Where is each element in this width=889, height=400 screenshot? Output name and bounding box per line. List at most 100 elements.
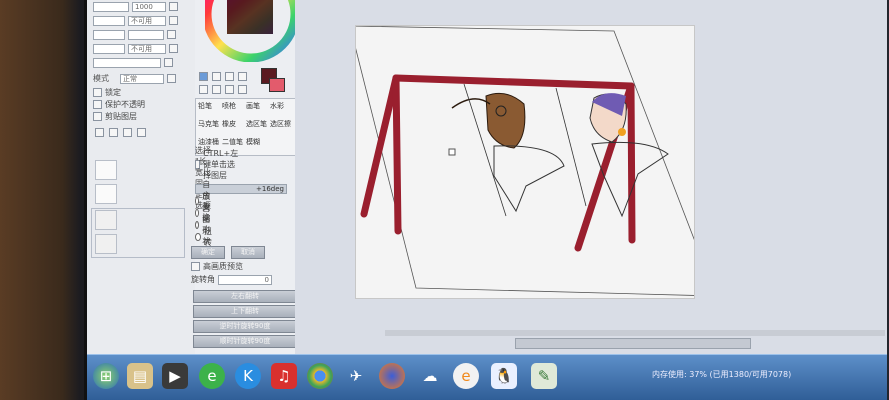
radio-twist-label: 扭转: [203, 226, 212, 247]
radio-free-shape-dot[interactable]: [195, 220, 200, 229]
option-button-4[interactable]: [164, 58, 173, 67]
flip-horizontal-button[interactable]: 左右翻转: [193, 290, 297, 303]
color-wheel[interactable]: [205, 0, 297, 62]
rotate-ccw-button[interactable]: 逆时针旋转90度: [193, 320, 297, 333]
blend-mode-button[interactable]: [167, 74, 176, 83]
option-row-4: [93, 57, 173, 68]
tool-binary-pen[interactable]: 二值笔: [222, 137, 243, 147]
character-left: [451, 92, 565, 213]
horizontal-scrollbar[interactable]: [515, 338, 751, 349]
layer-thumbnail-1[interactable]: [95, 160, 117, 180]
explorer-icon[interactable]: ▤: [127, 363, 153, 389]
start-orb-icon[interactable]: ⊞: [93, 363, 119, 389]
option-dropdown-2[interactable]: 不可用: [128, 43, 166, 54]
option-row-2: [93, 29, 176, 40]
lock-label-2: 保护不透明: [105, 100, 145, 109]
select-rect-icon[interactable]: [199, 72, 208, 81]
tool-marker[interactable]: 马克笔: [198, 119, 219, 129]
opacity-slider[interactable]: [93, 57, 161, 68]
selected-layer-frame: [91, 208, 185, 258]
merge-layer-icon[interactable]: [123, 128, 132, 137]
tool-blur[interactable]: 模糊: [246, 137, 260, 147]
option-dropdown-1[interactable]: 不可用: [128, 15, 166, 26]
lock-row-1: 锁定: [93, 88, 121, 97]
netease-music-icon[interactable]: ♫: [271, 363, 297, 389]
selection-tools-row: [199, 72, 247, 81]
firefox-icon[interactable]: [379, 363, 405, 389]
tool-eraser[interactable]: 橡皮: [222, 119, 236, 129]
tool-airbrush[interactable]: 喷枪: [222, 101, 236, 111]
layer-buttons-row: [95, 128, 146, 137]
layer-list: [87, 150, 187, 350]
swing-top-bar: [392, 74, 635, 90]
lock-label-3: 剪贴图层: [105, 112, 137, 121]
memory-status: 内存使用: 37% (已用1380/可用7078): [652, 370, 792, 379]
network-icon[interactable]: ☁: [417, 363, 443, 389]
lasso-icon[interactable]: [212, 72, 221, 81]
lock-checkbox-3[interactable]: [93, 112, 102, 121]
360-icon[interactable]: e: [199, 363, 225, 389]
cancel-button[interactable]: 取消: [231, 246, 265, 259]
lock-row-3: 剪贴图层: [93, 112, 137, 121]
brush-size-dropdown[interactable]: 1000: [132, 1, 166, 12]
eyedropper-icon[interactable]: [238, 72, 247, 81]
radio-twist-dot[interactable]: [195, 232, 201, 241]
radio-scale-dot[interactable]: [195, 208, 200, 217]
qq-icon[interactable]: 🐧: [491, 363, 517, 389]
lock-row-2: 保护不透明: [93, 100, 145, 109]
new-folder-icon[interactable]: [109, 128, 118, 137]
sai-icon[interactable]: ✎: [531, 363, 557, 389]
hq-preview-checkbox[interactable]: [191, 262, 200, 271]
offset-label: 旋转角: [191, 275, 215, 284]
canvas-area[interactable]: [295, 0, 887, 354]
flip-vertical-button[interactable]: 上下翻转: [193, 305, 297, 318]
rotate-icon[interactable]: [225, 85, 234, 94]
brush-close-icon[interactable]: [169, 2, 178, 11]
radio-twist[interactable]: 扭转: [195, 227, 214, 247]
tool-select-eraser[interactable]: 选区擦: [270, 119, 291, 129]
tool-pencil[interactable]: 铅笔: [198, 101, 212, 111]
layer-thumbnail-2[interactable]: [95, 184, 117, 204]
new-layer-icon[interactable]: [95, 128, 104, 137]
bird-app-icon[interactable]: ✈: [343, 363, 369, 389]
option-button-3[interactable]: [169, 44, 178, 53]
delete-layer-icon[interactable]: [137, 128, 146, 137]
option-field-3[interactable]: [128, 29, 164, 40]
brush-size-field[interactable]: [93, 1, 129, 12]
ie-icon[interactable]: e: [453, 363, 479, 389]
lock-checkbox-1[interactable]: [93, 88, 102, 97]
radio-free-transform-dot[interactable]: [195, 196, 200, 205]
chrome-icon[interactable]: [307, 363, 333, 389]
hand-icon[interactable]: [238, 85, 247, 94]
option-field-1[interactable]: [93, 15, 125, 26]
magic-wand-icon[interactable]: [225, 72, 234, 81]
tool-watercolor[interactable]: 水彩: [270, 101, 284, 111]
drawing-canvas[interactable]: [349, 25, 717, 299]
media-icon[interactable]: ▶: [162, 363, 188, 389]
lock-label-1: 锁定: [105, 88, 121, 97]
secondary-color-swatch[interactable]: [269, 78, 285, 92]
monitor-screen: 1000 不可用 不可用 模式 正常 锁定 保护不透明 剪贴图层 铅笔 喷枪 画…: [84, 0, 887, 400]
rope-right: [555, 87, 587, 207]
tool-select-pen[interactable]: 选区笔: [246, 119, 267, 129]
transform-handle[interactable]: [448, 148, 456, 156]
swing-left-leg-2: [392, 74, 402, 235]
tool-options-panel: 铅笔 喷枪 画笔 水彩 马克笔 橡皮 选区笔 选区擦 油漆桶 二值笔 模糊 CT…: [191, 0, 301, 354]
swing-right-leg-2: [627, 82, 636, 244]
offset-field[interactable]: 0: [218, 274, 272, 285]
blend-mode-select[interactable]: 正常: [120, 73, 164, 84]
lock-checkbox-2[interactable]: [93, 100, 102, 109]
option-field-4[interactable]: [93, 43, 125, 54]
hq-preview-label: 高画质预览: [203, 262, 243, 271]
ok-button[interactable]: 确定: [191, 246, 225, 259]
option-button-1[interactable]: [169, 16, 178, 25]
view-tools-row: [199, 85, 247, 94]
rotate-cw-button[interactable]: 顺时针旋转90度: [193, 335, 297, 348]
tool-brush[interactable]: 画笔: [246, 101, 260, 111]
option-field-2[interactable]: [93, 29, 125, 40]
option-row-3: 不可用: [93, 43, 178, 54]
option-button-2[interactable]: [167, 30, 176, 39]
move-icon[interactable]: [199, 85, 208, 94]
zoom-icon[interactable]: [212, 85, 221, 94]
kugou-icon[interactable]: K: [235, 363, 261, 389]
